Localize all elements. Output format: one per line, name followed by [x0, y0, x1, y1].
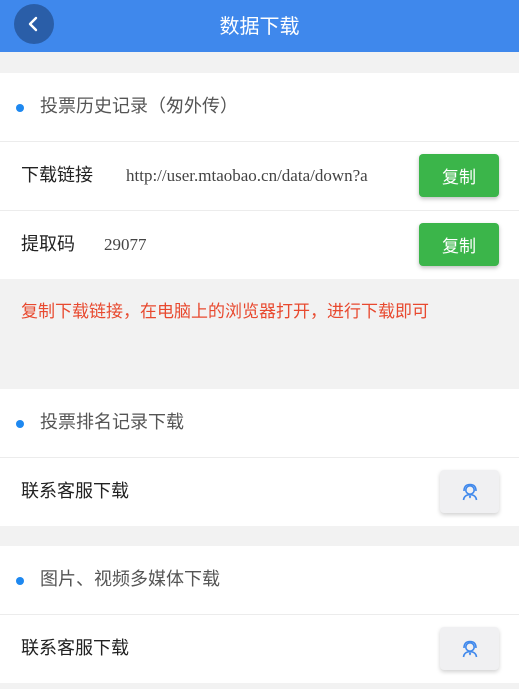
download-link-value[interactable]: http://user.mtaobao.cn/data/down?a [126, 142, 406, 210]
extract-code-row: 提取码 29077 复制 [0, 211, 519, 279]
media-section-title: 图片、视频多媒体下载 [40, 569, 220, 590]
extract-code-value[interactable]: 29077 [104, 211, 304, 279]
ranking-section: 投票排名记录下载 联系客服下载 [0, 389, 519, 526]
header-bar: 数据下载 [0, 0, 519, 52]
copy-code-button[interactable]: 复制 [419, 223, 499, 266]
history-section-header: 投票历史记录（匆外传） [0, 73, 519, 142]
notice-panel: 复制下载链接，在电脑上的浏览器打开，进行下载即可 [0, 279, 519, 389]
ranking-contact-row: 联系客服下载 [0, 458, 519, 526]
media-contact-row: 联系客服下载 [0, 615, 519, 683]
media-section-header: 图片、视频多媒体下载 [0, 546, 519, 615]
ranking-section-title: 投票排名记录下载 [40, 412, 184, 433]
bullet-icon [16, 577, 24, 585]
bullet-icon [16, 420, 24, 428]
ranking-contact-label: 联系客服下载 [21, 481, 129, 502]
history-section-title: 投票历史记录（匆外传） [40, 96, 238, 117]
ranking-contact-service-button[interactable] [440, 470, 499, 513]
media-contact-label: 联系客服下载 [21, 638, 129, 659]
download-link-label: 下载链接 [21, 165, 93, 186]
page-title: 数据下载 [219, 14, 300, 38]
download-link-row: 下载链接 http://user.mtaobao.cn/data/down?a … [0, 142, 519, 211]
bullet-icon [16, 104, 24, 112]
notice-text: 复制下载链接，在电脑上的浏览器打开，进行下载即可 [21, 302, 429, 322]
history-section: 投票历史记录（匆外传） 下载链接 http://user.mtaobao.cn/… [0, 73, 519, 279]
extract-code-label: 提取码 [21, 234, 75, 255]
media-section: 图片、视频多媒体下载 联系客服下载 [0, 546, 519, 683]
media-contact-service-button[interactable] [440, 627, 499, 670]
page: 数据下载 投票历史记录（匆外传） 下载链接 http://user.mtaoba… [0, 0, 519, 689]
customer-service-icon [462, 483, 477, 500]
ranking-section-header: 投票排名记录下载 [0, 389, 519, 458]
copy-link-button[interactable]: 复制 [419, 154, 499, 197]
customer-service-icon [462, 640, 477, 657]
